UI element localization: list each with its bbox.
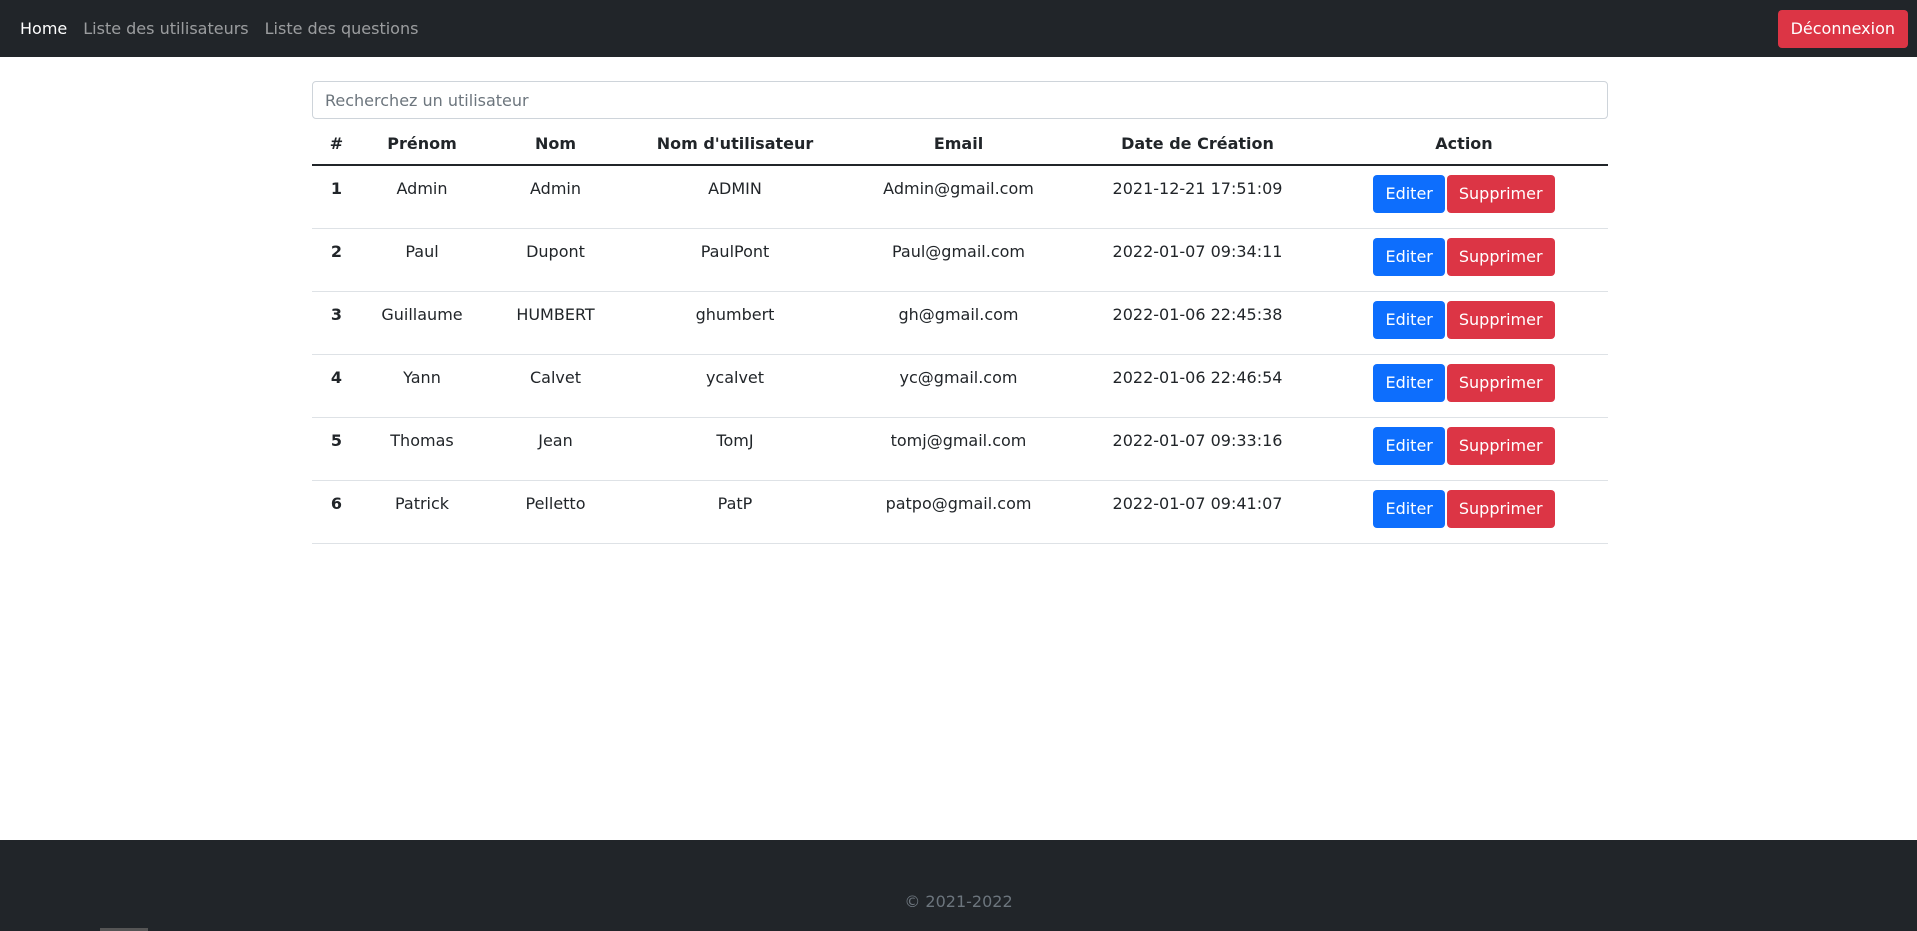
edit-user-button[interactable]: Editer bbox=[1373, 426, 1445, 465]
cell-email: yc@gmail.com bbox=[842, 354, 1075, 418]
cell-firstname: Yann bbox=[361, 354, 483, 418]
cell-lastname: Dupont bbox=[483, 228, 628, 292]
table-header-row: # Prénom Nom Nom d'utilisateur Email Dat… bbox=[312, 123, 1608, 166]
edit-user-button[interactable]: Editer bbox=[1373, 363, 1445, 402]
header-action: Action bbox=[1320, 123, 1608, 166]
cell-firstname: Paul bbox=[361, 228, 483, 292]
header-lastname: Nom bbox=[483, 123, 628, 166]
cell-firstname: Admin bbox=[361, 165, 483, 229]
cell-lastname: Admin bbox=[483, 165, 628, 229]
main-content: # Prénom Nom Nom d'utilisateur Email Dat… bbox=[312, 81, 1608, 544]
header-email: Email bbox=[842, 123, 1075, 166]
delete-user-button[interactable]: Supprimer bbox=[1446, 363, 1555, 402]
logout-button[interactable]: Déconnexion bbox=[1777, 10, 1908, 48]
cell-username: PaulPont bbox=[628, 228, 842, 292]
cell-creation-date: 2022-01-07 09:33:16 bbox=[1075, 417, 1320, 481]
header-creation-date: Date de Création bbox=[1075, 123, 1320, 166]
delete-user-button[interactable]: Supprimer bbox=[1446, 489, 1555, 528]
cell-email: patpo@gmail.com bbox=[842, 480, 1075, 544]
cell-firstname: Thomas bbox=[361, 417, 483, 481]
nav-questions-list[interactable]: Liste des questions bbox=[265, 19, 419, 38]
cell-lastname: Pelletto bbox=[483, 480, 628, 544]
edit-user-button[interactable]: Editer bbox=[1373, 300, 1445, 339]
cell-actions: Editer Supprimer bbox=[1320, 417, 1608, 481]
cell-email: Admin@gmail.com bbox=[842, 165, 1075, 229]
table-row: 4 Yann Calvet ycalvet yc@gmail.com 2022-01-06… bbox=[312, 354, 1608, 418]
table-row: 2 Paul Dupont PaulPont Paul@gmail.com 2022-01… bbox=[312, 228, 1608, 292]
cell-username: ghumbert bbox=[628, 291, 842, 355]
cell-email: Paul@gmail.com bbox=[842, 228, 1075, 292]
header-number: # bbox=[312, 123, 361, 166]
cell-email: gh@gmail.com bbox=[842, 291, 1075, 355]
cell-firstname: Patrick bbox=[361, 480, 483, 544]
cell-username: TomJ bbox=[628, 417, 842, 481]
cell-number: 5 bbox=[312, 417, 361, 481]
table-row: 3 Guillaume HUMBERT ghumbert gh@gmail.com 202… bbox=[312, 291, 1608, 355]
nav-home[interactable]: Home bbox=[20, 19, 67, 38]
cell-creation-date: 2022-01-06 22:46:54 bbox=[1075, 354, 1320, 418]
edit-user-button[interactable]: Editer bbox=[1373, 175, 1445, 213]
edit-user-button[interactable]: Editer bbox=[1373, 237, 1445, 276]
cell-username: ycalvet bbox=[628, 354, 842, 418]
header-firstname: Prénom bbox=[361, 123, 483, 166]
cell-creation-date: 2022-01-07 09:41:07 bbox=[1075, 480, 1320, 544]
nav-users-list[interactable]: Liste des utilisateurs bbox=[83, 19, 248, 38]
cell-username: ADMIN bbox=[628, 165, 842, 229]
cell-actions: Editer Supprimer bbox=[1320, 480, 1608, 544]
cell-number: 3 bbox=[312, 291, 361, 355]
users-table: # Prénom Nom Nom d'utilisateur Email Dat… bbox=[312, 123, 1608, 544]
search-input[interactable] bbox=[312, 81, 1608, 119]
cell-email: tomj@gmail.com bbox=[842, 417, 1075, 481]
delete-user-button[interactable]: Supprimer bbox=[1446, 426, 1555, 465]
top-navbar: Home Liste des utilisateurs Liste des qu… bbox=[0, 0, 1917, 57]
header-username: Nom d'utilisateur bbox=[628, 123, 842, 166]
cell-number: 2 bbox=[312, 228, 361, 292]
table-row: 1 Admin Admin ADMIN Admin@gmail.com 2021-12-2… bbox=[312, 165, 1608, 229]
cell-number: 6 bbox=[312, 480, 361, 544]
delete-user-button[interactable]: Supprimer bbox=[1446, 300, 1555, 339]
cell-creation-date: 2021-12-21 17:51:09 bbox=[1075, 165, 1320, 229]
cell-creation-date: 2022-01-06 22:45:38 bbox=[1075, 291, 1320, 355]
copyright-text: © 2021-2022 bbox=[904, 892, 1013, 911]
cell-lastname: Jean bbox=[483, 417, 628, 481]
cell-creation-date: 2022-01-07 09:34:11 bbox=[1075, 228, 1320, 292]
cell-username: PatP bbox=[628, 480, 842, 544]
footer: © 2021-2022 bbox=[0, 840, 1917, 931]
cell-number: 1 bbox=[312, 165, 361, 229]
table-row: 6 Patrick Pelletto PatP patpo@gmail.com 2022-… bbox=[312, 480, 1608, 544]
cell-actions: Editer Supprimer bbox=[1320, 291, 1608, 355]
cell-lastname: Calvet bbox=[483, 354, 628, 418]
delete-user-button[interactable]: Supprimer bbox=[1446, 175, 1555, 213]
edit-user-button[interactable]: Editer bbox=[1373, 489, 1445, 528]
cell-actions: Editer Supprimer bbox=[1320, 228, 1608, 292]
cell-actions: Editer Supprimer bbox=[1320, 354, 1608, 418]
cell-number: 4 bbox=[312, 354, 361, 418]
cell-actions: Editer Supprimer bbox=[1320, 165, 1608, 229]
table-row: 5 Thomas Jean TomJ tomj@gmail.com 2022-01-07 … bbox=[312, 417, 1608, 481]
delete-user-button[interactable]: Supprimer bbox=[1446, 237, 1555, 276]
cell-lastname: HUMBERT bbox=[483, 291, 628, 355]
cell-firstname: Guillaume bbox=[361, 291, 483, 355]
